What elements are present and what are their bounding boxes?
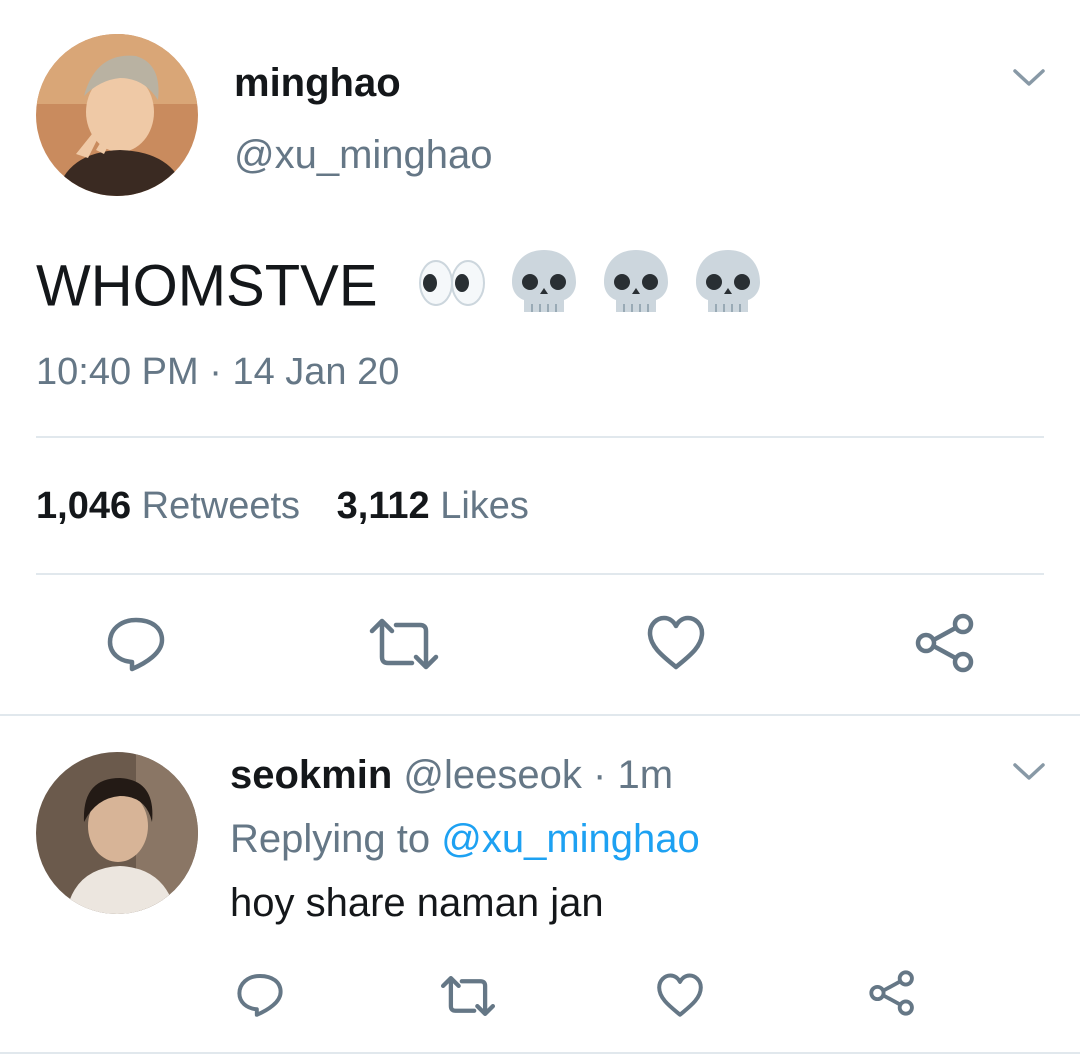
retweet-icon[interactable]	[368, 617, 440, 671]
tweet-body: WHOMSTVE	[36, 246, 764, 334]
author-avatar[interactable]	[36, 34, 198, 196]
skull-emoji	[692, 246, 764, 334]
reply-icon[interactable]	[106, 615, 166, 673]
likes-stat[interactable]: 3,112 Likes	[337, 485, 529, 527]
retweet-icon[interactable]	[440, 975, 496, 1017]
tweet-time: 10:40 PM	[36, 351, 199, 393]
retweets-label: Retweets	[141, 485, 301, 527]
reply-handle[interactable]: @leeseok	[403, 753, 581, 797]
timestamp-separator: ·	[209, 351, 222, 393]
tweet-stats: 1,046 Retweets 3,112 Likes	[36, 484, 529, 528]
divider	[36, 436, 1044, 438]
divider	[36, 573, 1044, 575]
replying-to-handle[interactable]: @xu_minghao	[441, 817, 700, 861]
share-icon[interactable]	[868, 970, 916, 1016]
section-divider	[0, 1052, 1080, 1054]
skull-emoji	[508, 246, 580, 334]
section-divider	[0, 714, 1080, 716]
reply-display-name[interactable]: seokmin	[230, 753, 392, 797]
author-handle[interactable]: @xu_minghao	[234, 132, 493, 178]
share-icon[interactable]	[914, 613, 976, 673]
reply-author-avatar[interactable]	[36, 752, 198, 914]
reply-text: hoy share naman jan	[230, 881, 604, 925]
tweet-timestamp: 10:40 PM · 14 Jan 20	[36, 350, 399, 394]
replying-to-label: Replying to	[230, 817, 431, 861]
likes-count: 3,112	[336, 485, 430, 527]
like-icon[interactable]	[656, 973, 704, 1018]
reply-header: seokmin @leeseok · 1m	[230, 752, 673, 798]
retweets-count: 1,046	[36, 485, 132, 527]
author-display-name[interactable]: minghao	[234, 60, 401, 106]
likes-label: Likes	[440, 485, 529, 527]
reply-separator: ·	[593, 753, 607, 797]
chevron-down-icon[interactable]	[1012, 762, 1046, 782]
replying-to: Replying to @xu_minghao	[230, 816, 700, 862]
like-icon[interactable]	[646, 615, 706, 671]
reply-icon[interactable]	[236, 972, 284, 1018]
retweets-stat[interactable]: 1,046 Retweets	[36, 485, 311, 527]
tweet-text: WHOMSTVE	[36, 253, 378, 319]
tweet-date: 14 Jan 20	[232, 351, 400, 393]
reply-age: 1m	[617, 753, 674, 797]
skull-emoji	[600, 246, 672, 334]
eyes-emoji	[416, 255, 488, 325]
chevron-down-icon[interactable]	[1012, 68, 1046, 88]
